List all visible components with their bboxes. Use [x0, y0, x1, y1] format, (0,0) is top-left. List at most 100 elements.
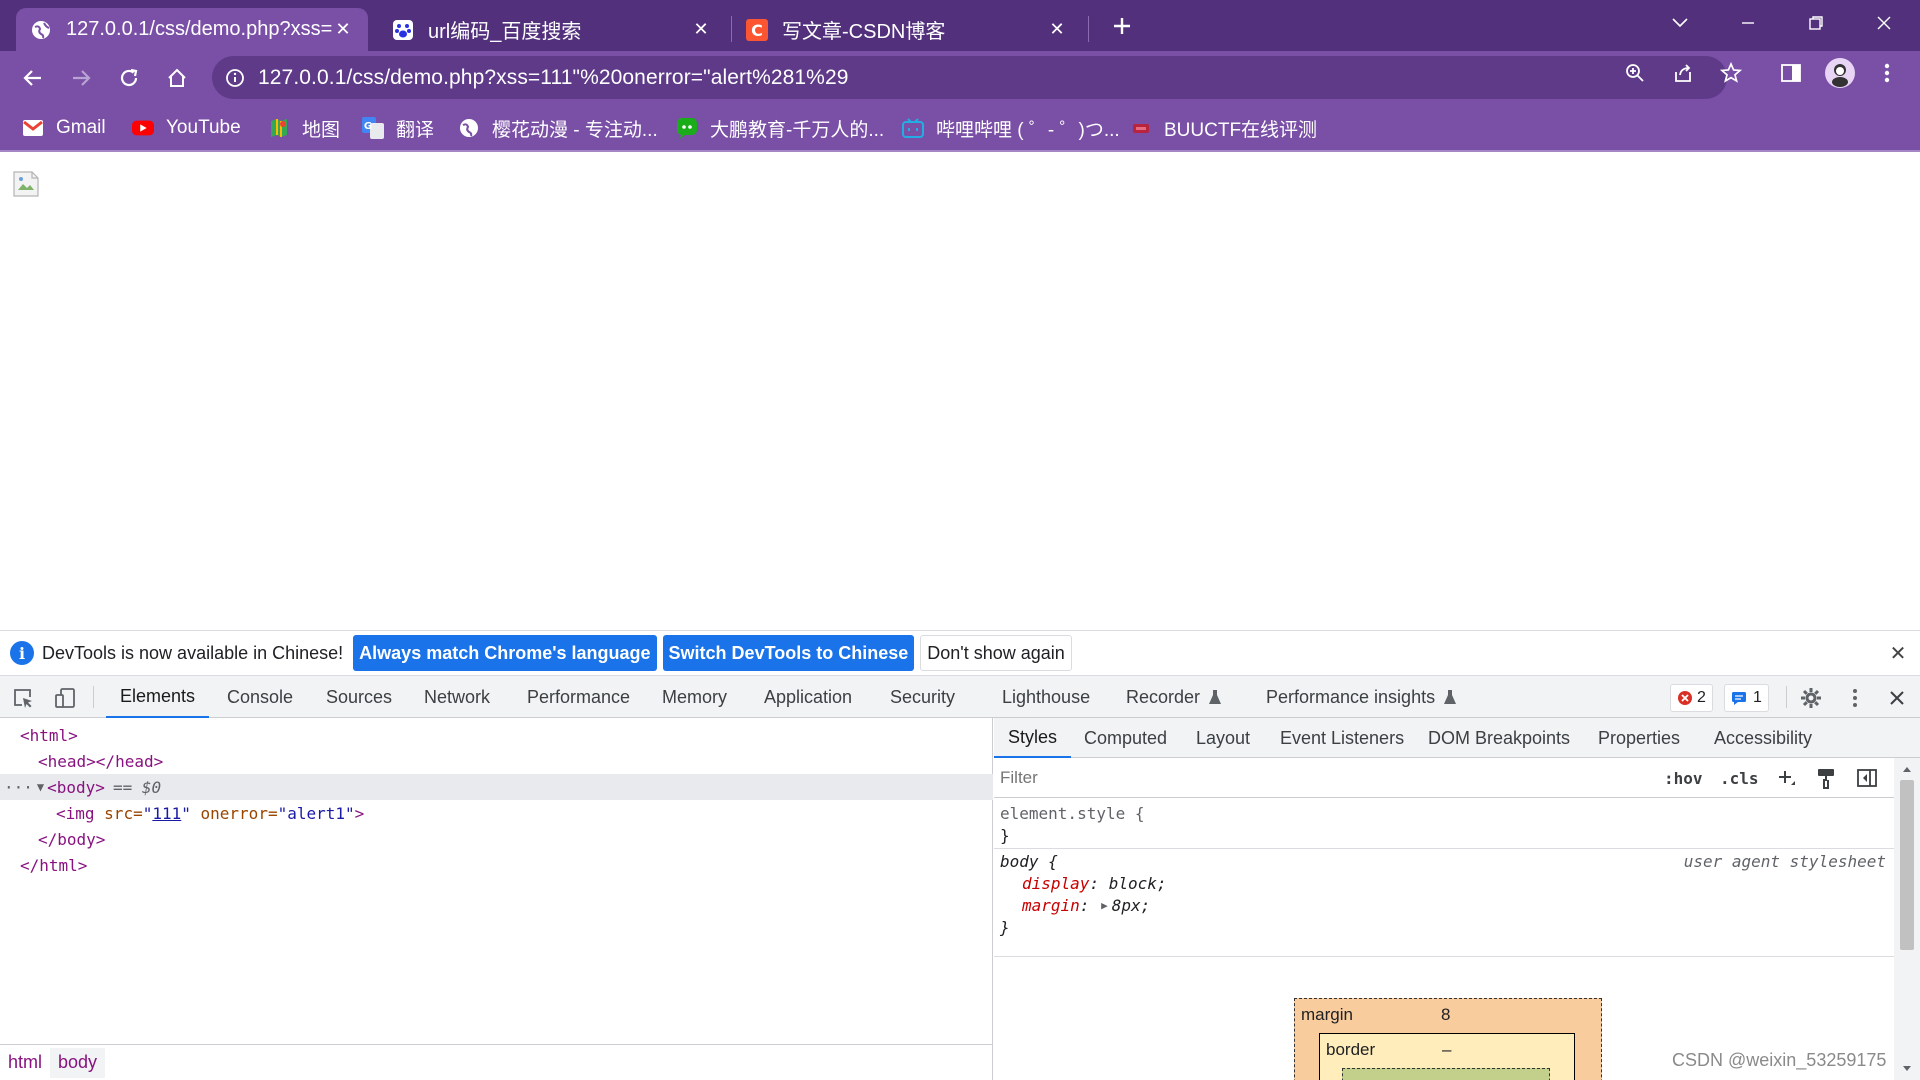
bookmark-label: YouTube — [166, 117, 241, 138]
declaration-margin[interactable]: margin: ▶ 8px; — [1022, 894, 1150, 916]
rule-divider — [994, 848, 1894, 849]
devtools-menu-button[interactable] — [1842, 685, 1868, 711]
inspect-element-icon[interactable] — [10, 685, 36, 711]
dom-node-img[interactable]: <img src= " 111 " onerror= "alert1" > — [0, 800, 993, 826]
tab-console[interactable]: Console — [227, 676, 293, 718]
element-style-selector[interactable]: element.style { — [1000, 802, 1145, 824]
svg-text:G: G — [364, 121, 372, 132]
scroll-down-icon — [1903, 1066, 1911, 1071]
share-button[interactable] — [1668, 60, 1698, 86]
close-icon[interactable]: ✕ — [1046, 19, 1068, 41]
tab-elements[interactable]: Elements — [106, 676, 210, 718]
tab-search-button[interactable] — [1660, 6, 1700, 40]
switch-to-chinese-button[interactable]: Switch DevTools to Chinese — [662, 635, 915, 671]
bookmark-gmail[interactable]: Gmail — [22, 115, 106, 141]
info-icon[interactable] — [224, 67, 246, 89]
url-text[interactable]: 127.0.0.1/css/demo.php?xss=111"%20onerro… — [258, 66, 849, 90]
computed-sidebar-toggle[interactable] — [1856, 764, 1878, 792]
dont-show-again-button[interactable]: Don't show again — [920, 635, 1072, 671]
new-tab-button[interactable] — [1106, 10, 1138, 42]
tab-event-listeners[interactable]: Event Listeners — [1280, 718, 1404, 758]
tab-performance-insights[interactable]: Performance insights — [1266, 676, 1457, 718]
dom-node-html[interactable]: <html> — [0, 722, 993, 748]
toggle-rendering-button[interactable] — [1816, 764, 1836, 792]
browser-toolbar: 127.0.0.1/css/demo.php?xss=111"%20onerro… — [0, 51, 1920, 104]
box-model-margin[interactable]: margin 8 border – — [1294, 998, 1602, 1080]
settings-button[interactable] — [1798, 685, 1824, 711]
message-count-badge[interactable]: 1 — [1724, 684, 1769, 712]
menu-button[interactable] — [1872, 60, 1902, 86]
bookmark-buuctf[interactable]: BUUCTF在线评测 — [1130, 115, 1317, 141]
dom-node-body-close[interactable]: </body> — [0, 826, 993, 852]
expand-triangle-icon[interactable]: ▶ — [1101, 899, 1108, 912]
breadcrumb-html[interactable]: html — [0, 1048, 50, 1078]
box-model-border[interactable]: border – — [1319, 1033, 1575, 1080]
close-icon[interactable]: ✕ — [690, 19, 712, 41]
bookmark-maps[interactable]: 地图 — [268, 115, 340, 141]
close-icon[interactable]: ✕ — [1886, 641, 1910, 665]
tab-layout[interactable]: Layout — [1196, 718, 1250, 758]
body-selector[interactable]: body { — [1000, 850, 1058, 872]
box-model-padding[interactable] — [1342, 1068, 1550, 1080]
ellipsis-icon[interactable]: ··· — [4, 778, 33, 797]
src-link[interactable]: 111 — [152, 804, 181, 823]
tab-dom-breakpoints[interactable]: DOM Breakpoints — [1428, 718, 1570, 758]
scrollbar-thumb[interactable] — [1900, 780, 1914, 950]
minimize-button[interactable] — [1728, 6, 1768, 40]
restore-button[interactable] — [1796, 6, 1836, 40]
new-rule-button[interactable] — [1776, 764, 1796, 792]
close-devtools-button[interactable] — [1884, 685, 1910, 711]
breadcrumb-body[interactable]: body — [50, 1047, 106, 1078]
bookmark-bilibili[interactable]: 哔哩哔哩 ( ゜- ゜)つ... — [902, 115, 1120, 141]
tab-performance[interactable]: Performance — [527, 676, 630, 718]
tab-network[interactable]: Network — [424, 676, 490, 718]
expand-triangle-icon[interactable]: ▼ — [37, 780, 44, 794]
styles-filter-input[interactable] — [1000, 764, 1640, 792]
selector-text: element.style { — [1000, 803, 1145, 823]
tab-application[interactable]: Application — [764, 676, 852, 718]
dom-node-body[interactable]: ··· ▼ <body> == $0 — [0, 774, 993, 800]
tab-lighthouse[interactable]: Lighthouse — [1002, 676, 1090, 718]
close-icon[interactable]: ✕ — [332, 19, 354, 41]
box-model-value[interactable]: 8 — [1441, 1005, 1450, 1025]
forward-button[interactable] — [64, 61, 98, 95]
tab-styles[interactable]: Styles — [994, 718, 1072, 758]
tab-security[interactable]: Security — [890, 676, 955, 718]
tab-csdn[interactable]: C 写文章-CSDN博客 ✕ — [732, 8, 1082, 51]
tab-demo[interactable]: 127.0.0.1/css/demo.php?xss=1 ✕ — [16, 8, 368, 51]
styles-subtabbar: Styles Computed Layout Event Listeners D… — [994, 718, 1920, 758]
bookmark-sakura[interactable]: 樱花动漫 - 专注动... — [458, 115, 658, 141]
bookmark-star-button[interactable] — [1716, 60, 1746, 86]
tab-accessibility[interactable]: Accessibility — [1714, 718, 1812, 758]
window-close-button[interactable] — [1864, 6, 1904, 40]
back-button[interactable] — [16, 61, 50, 95]
device-toolbar-icon[interactable] — [52, 685, 78, 711]
tab-computed[interactable]: Computed — [1084, 718, 1167, 758]
box-model-value[interactable]: – — [1442, 1040, 1451, 1060]
bookmark-dapeng[interactable]: 大鹏教育-千万人的... — [676, 115, 884, 141]
broken-image-icon — [13, 171, 39, 197]
error-count-badge[interactable]: 2 — [1670, 684, 1713, 712]
bookmarks-bar: Gmail YouTube 地图 G 翻译 樱花动漫 - 专注动... 大鹏教育… — [0, 104, 1920, 152]
reload-button[interactable] — [112, 61, 146, 95]
bookmark-youtube[interactable]: YouTube — [132, 115, 241, 141]
profile-avatar[interactable] — [1824, 57, 1856, 89]
tab-baidu[interactable]: url编码_百度搜索 ✕ — [378, 8, 726, 51]
bilibili-icon — [902, 117, 924, 139]
tab-memory[interactable]: Memory — [662, 676, 727, 718]
declaration-display[interactable]: display: block; — [1022, 872, 1167, 894]
tab-sources[interactable]: Sources — [326, 676, 392, 718]
dom-node-head[interactable]: <head></head> — [0, 748, 993, 774]
tab-properties[interactable]: Properties — [1598, 718, 1680, 758]
hover-state-toggle[interactable]: :hov — [1664, 764, 1703, 792]
bookmark-translate[interactable]: G 翻译 — [362, 115, 434, 141]
side-panel-button[interactable] — [1776, 60, 1806, 86]
styles-scrollbar[interactable] — [1894, 758, 1920, 1080]
always-match-language-button[interactable]: Always match Chrome's language — [353, 635, 657, 671]
home-button[interactable] — [160, 61, 194, 95]
class-toggle[interactable]: .cls — [1720, 764, 1759, 792]
zoom-button[interactable] — [1620, 60, 1650, 86]
address-bar[interactable]: 127.0.0.1/css/demo.php?xss=111"%20onerro… — [212, 56, 1727, 99]
dom-node-html-close[interactable]: </html> — [0, 852, 993, 878]
tab-recorder[interactable]: Recorder — [1126, 676, 1222, 718]
